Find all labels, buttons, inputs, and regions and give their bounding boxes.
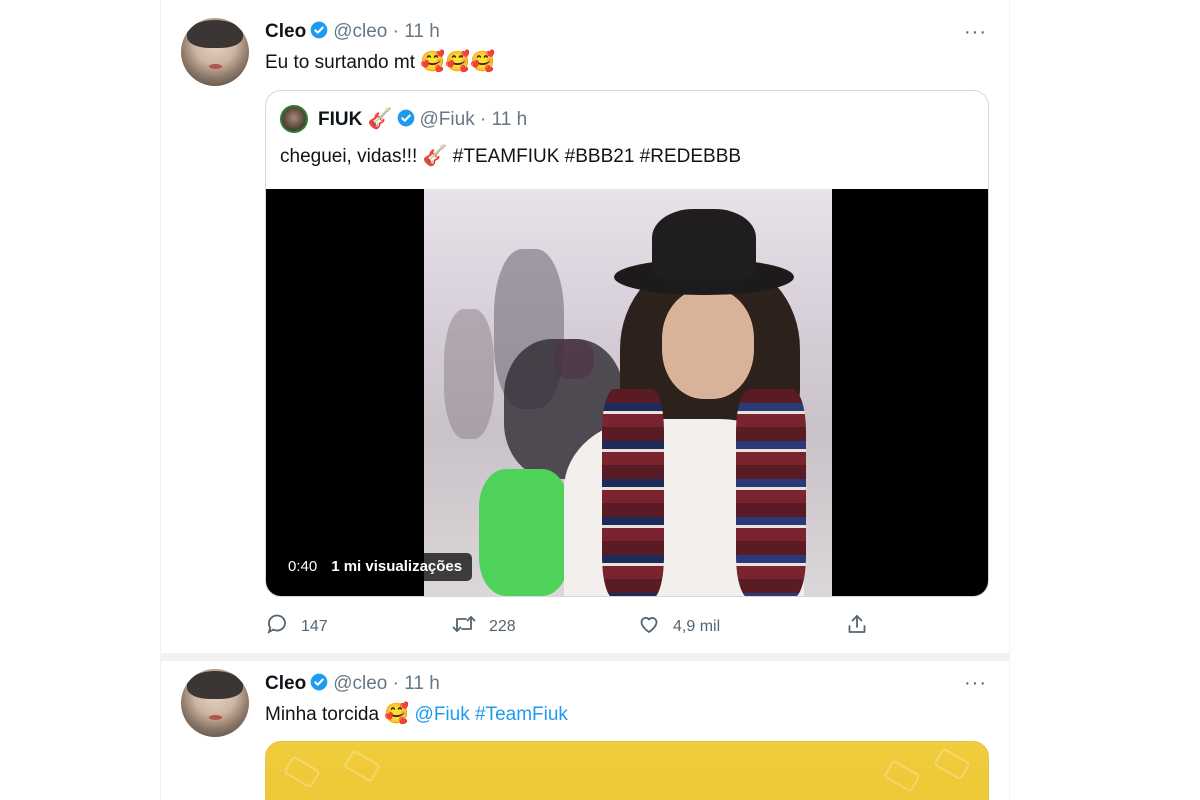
separator-dot: · — [392, 673, 399, 694]
hat-crown — [652, 209, 756, 281]
hexagon-pattern — [933, 747, 971, 781]
mention-link[interactable]: @Fiuk — [415, 704, 470, 725]
smiling-hearts-emoji: 🥰🥰🥰 — [420, 51, 495, 73]
verified-badge-icon — [396, 108, 416, 135]
scarf-right — [736, 389, 806, 596]
separator-dot: · — [479, 109, 487, 130]
tweet-text: Eu to surtando mt 🥰🥰🥰 — [265, 49, 495, 76]
retweet-button[interactable]: 228 — [451, 612, 516, 641]
tweet-header: Cleo @cleo · 11 h — [265, 672, 440, 699]
quoted-tweet-header: FIUK 🎸 @Fiuk · 11 h — [318, 107, 527, 135]
avatar-hair — [187, 671, 243, 699]
separator-dot: · — [392, 21, 399, 42]
verified-badge-icon — [309, 672, 329, 699]
handle[interactable]: @cleo — [333, 21, 387, 42]
quoted-tweet-text: cheguei, vidas!!! 🎸 #TEAMFIUK #BBB21 #RE… — [280, 143, 741, 170]
share-button[interactable] — [845, 612, 881, 641]
tweet-text-body: Minha torcida — [265, 704, 380, 725]
smiling-hearts-emoji: 🥰 — [384, 703, 410, 725]
quoted-handle[interactable]: @Fiuk — [420, 109, 475, 130]
person-face — [662, 289, 754, 399]
reply-button[interactable]: 147 — [265, 612, 328, 641]
video-views: 1 mi visualizações — [331, 558, 463, 575]
quoted-timestamp[interactable]: 11 h — [492, 109, 528, 130]
verified-badge-icon — [309, 20, 329, 47]
avatar[interactable] — [181, 669, 249, 737]
video-info-badge: 0:40 1 mi visualizações — [278, 553, 473, 581]
like-button[interactable]: 4,9 mil — [637, 612, 720, 641]
share-icon — [845, 612, 881, 641]
avatar[interactable] — [181, 18, 249, 86]
retweet-icon — [451, 612, 489, 641]
guitar-emoji: 🎸 — [422, 145, 448, 167]
reply-icon — [265, 612, 301, 641]
hexagon-pattern — [883, 759, 921, 793]
bg-dancer-legs — [479, 469, 569, 596]
quoted-hashtags: #TEAMFIUK #BBB21 #REDEBBB — [452, 146, 742, 167]
timestamp[interactable]: 11 h — [404, 21, 440, 42]
quoted-display-name[interactable]: FIUK — [318, 109, 362, 130]
timestamp[interactable]: 11 h — [404, 673, 440, 694]
avatar-lips — [209, 64, 222, 69]
tweet-actions: 147 228 4,9 mil — [265, 612, 965, 642]
hexagon-pattern — [343, 749, 381, 783]
scarf-left — [602, 389, 664, 596]
tweet-media-image[interactable] — [265, 741, 989, 800]
video-player[interactable]: 0:40 1 mi visualizações — [266, 189, 988, 596]
quoted-avatar[interactable] — [280, 105, 308, 133]
tweet-separator — [161, 653, 1009, 661]
tweet-text: Minha torcida 🥰 @Fiuk #TeamFiuk — [265, 701, 568, 728]
video-frame — [424, 189, 832, 596]
tweet-header: Cleo @cleo · 11 h — [265, 20, 440, 47]
display-name[interactable]: Cleo — [265, 673, 306, 694]
video-duration: 0:40 — [288, 558, 318, 575]
tweet-text-body: Eu to surtando mt — [265, 52, 415, 73]
tweet[interactable]: Cleo @cleo · 11 h ··· Eu to surtando mt 🥰… — [161, 0, 1009, 653]
like-count: 4,9 mil — [673, 617, 721, 635]
avatar-lips — [209, 715, 222, 720]
more-options-icon[interactable]: ··· — [964, 22, 987, 42]
quoted-text-body: cheguei, vidas!!! — [280, 146, 418, 167]
heart-icon — [637, 612, 673, 641]
quoted-tweet[interactable]: FIUK 🎸 @Fiuk · 11 h cheguei, vidas!!! 🎸 #… — [265, 90, 989, 597]
retweet-count: 228 — [489, 617, 516, 635]
handle[interactable]: @cleo — [333, 673, 387, 694]
timeline-column: Cleo @cleo · 11 h ··· Eu to surtando mt 🥰… — [160, 0, 1010, 800]
hexagon-pattern — [283, 755, 321, 789]
bg-person — [444, 309, 494, 439]
reply-count: 147 — [301, 617, 328, 635]
more-options-icon[interactable]: ··· — [964, 673, 987, 693]
hashtag-link[interactable]: #TeamFiuk — [475, 704, 568, 725]
display-name[interactable]: Cleo — [265, 21, 306, 42]
guitar-emoji: 🎸 — [367, 108, 393, 130]
avatar-hair — [187, 20, 243, 48]
